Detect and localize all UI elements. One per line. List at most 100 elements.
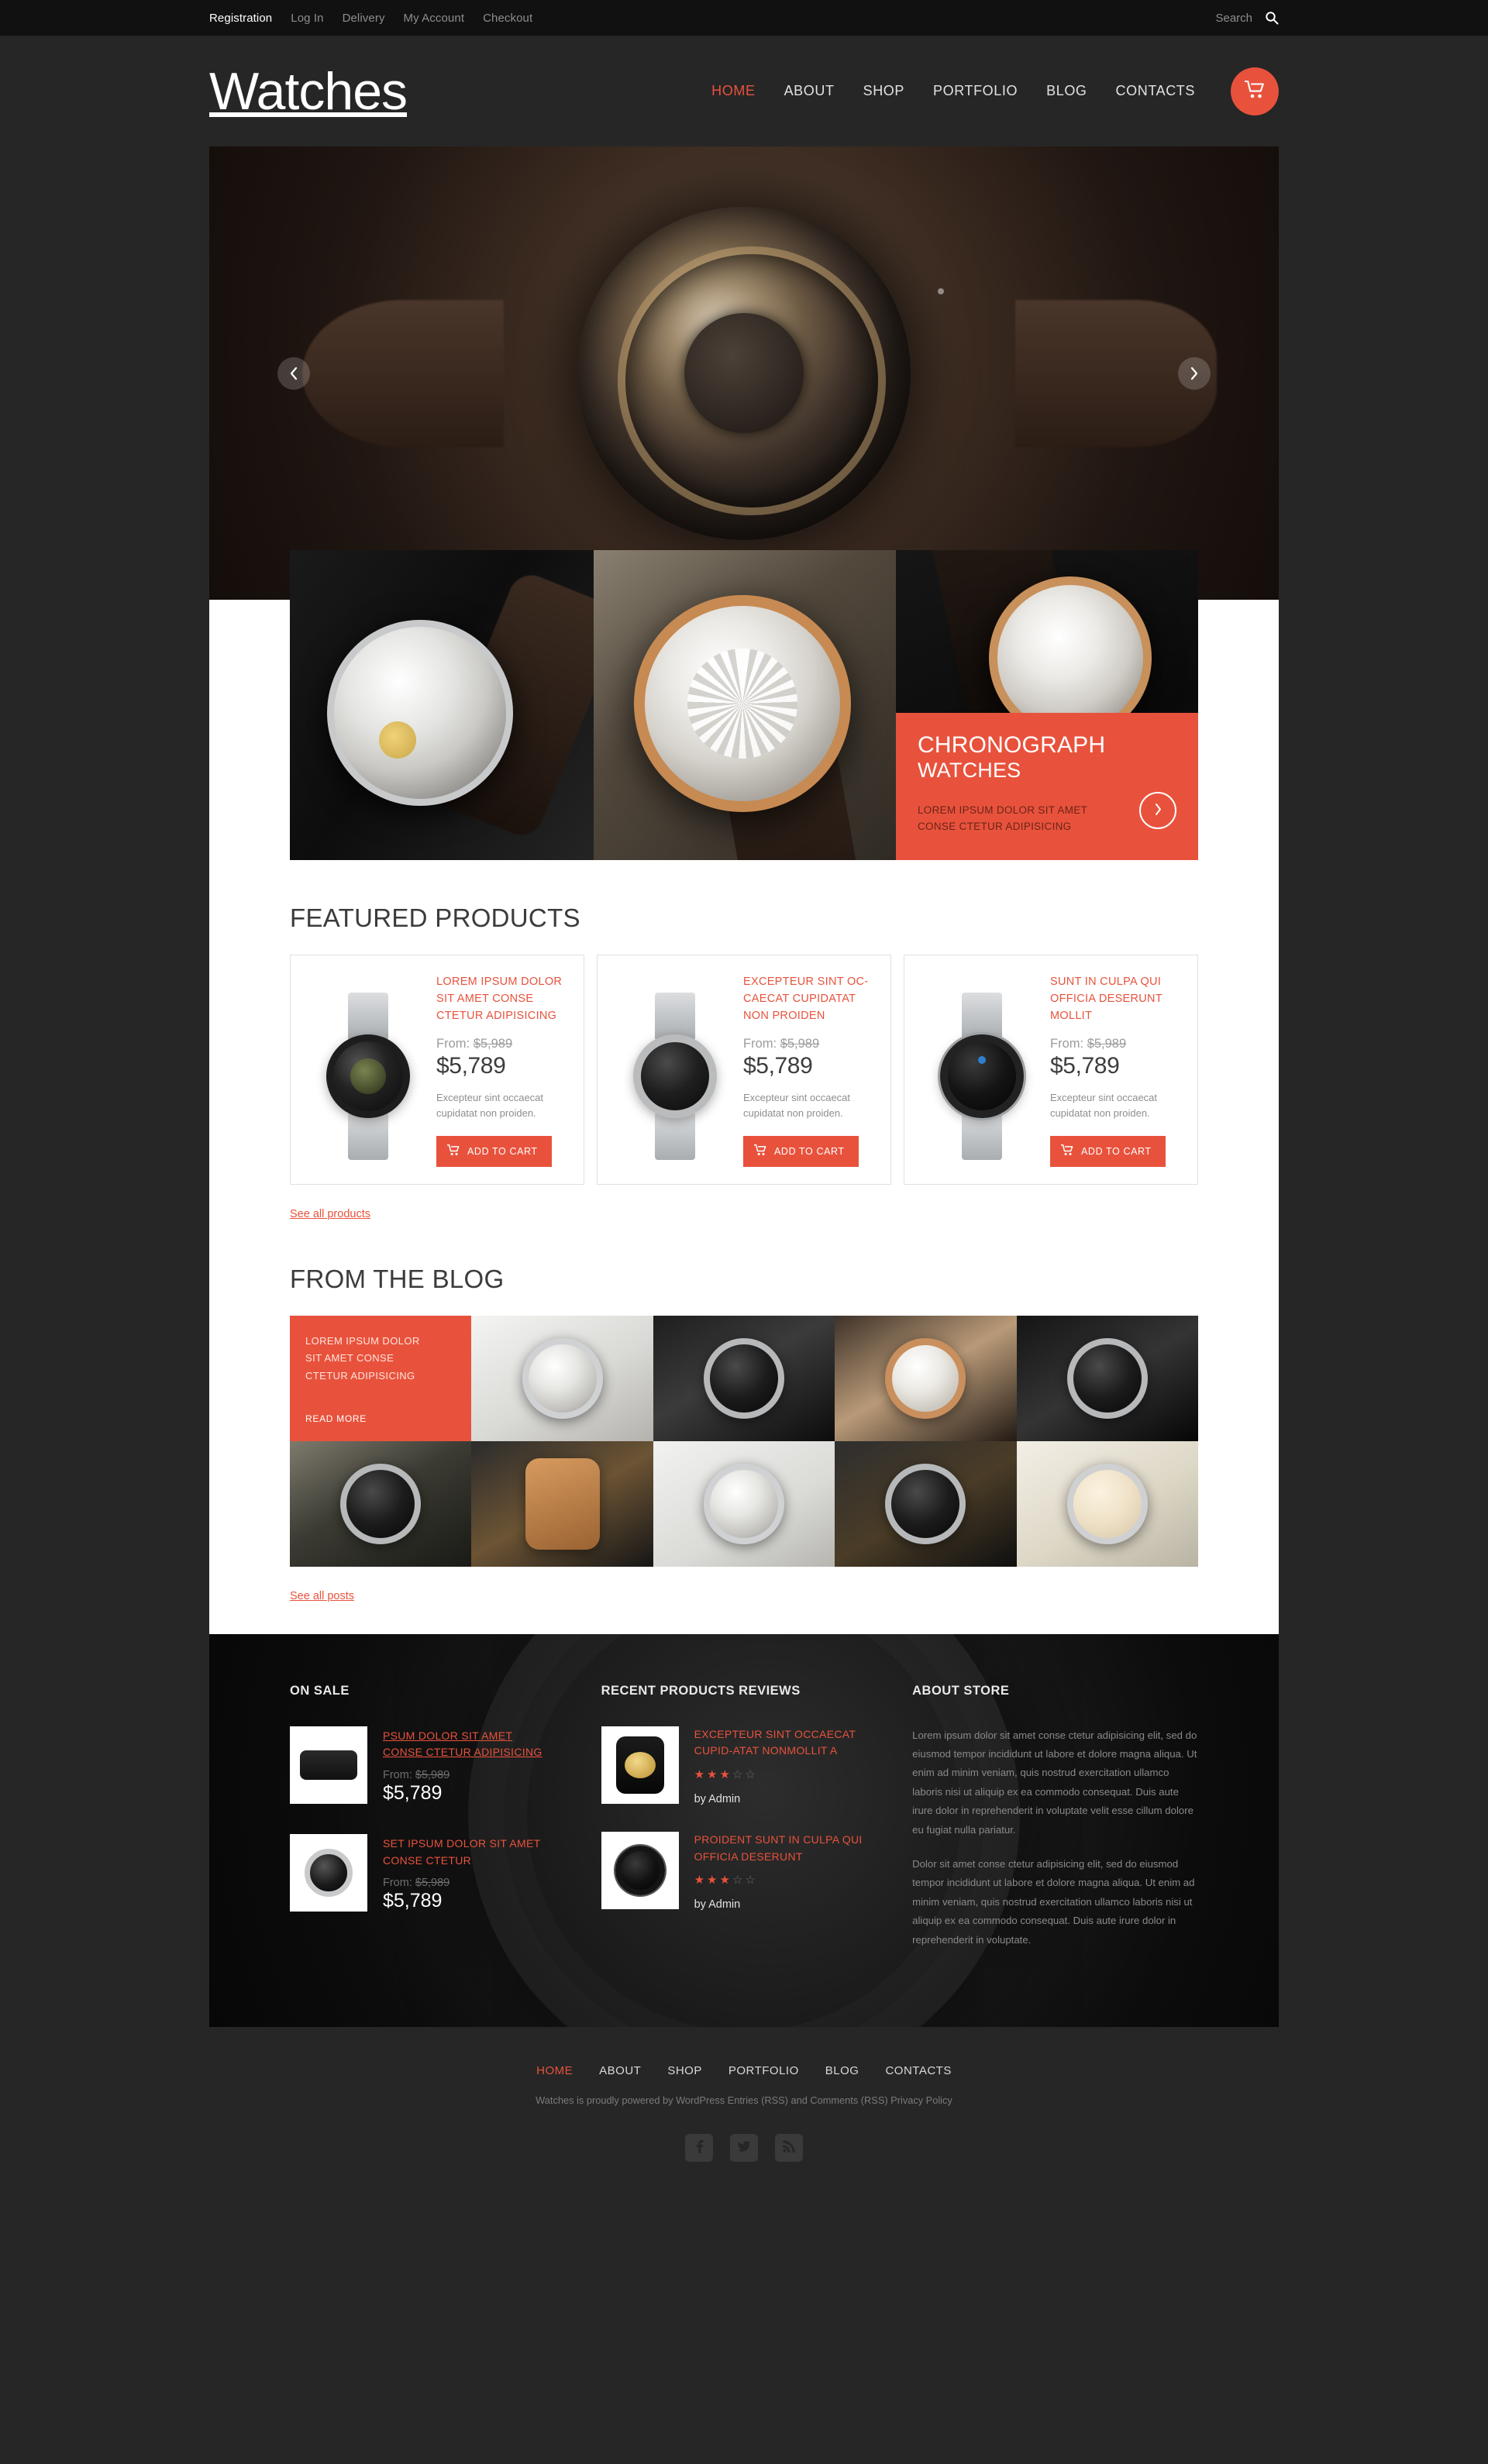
see-all-posts-link[interactable]: See all posts bbox=[290, 1590, 354, 1602]
blog-thumb[interactable] bbox=[471, 1315, 653, 1441]
product-card: LOREM IPSUM DOLOR SIT AMET CONSE CTETUR … bbox=[290, 955, 584, 1185]
nav-item-shop[interactable]: SHOP bbox=[863, 83, 904, 99]
promo-title-line2: WATCHES bbox=[918, 759, 1021, 783]
from-label: From: bbox=[383, 1768, 412, 1781]
sale-item-image[interactable] bbox=[290, 1833, 367, 1912]
shopping-cart-icon bbox=[1245, 80, 1265, 102]
product-image[interactable] bbox=[303, 974, 433, 1167]
product-old-price: From: $5,989 bbox=[743, 1037, 875, 1051]
topnav-item-checkout[interactable]: Checkout bbox=[483, 12, 532, 25]
promo-more-button[interactable] bbox=[1139, 792, 1176, 829]
nav-item-portfolio[interactable]: PORTFOLIO bbox=[933, 83, 1018, 99]
site-logo[interactable]: Watches bbox=[209, 65, 408, 118]
topnav-item-my-account[interactable]: My Account bbox=[404, 12, 465, 25]
rss-link[interactable] bbox=[775, 2134, 803, 2163]
watch-dial bbox=[703, 1463, 784, 1544]
product-price: $5,789 bbox=[743, 1053, 813, 1079]
footer-nav-item-portfolio[interactable]: PORTFOLIO bbox=[728, 2064, 799, 2077]
search-input[interactable] bbox=[1159, 11, 1252, 25]
product-price: $5,789 bbox=[436, 1053, 506, 1079]
footer-nav-item-blog[interactable]: BLOG bbox=[825, 2064, 859, 2077]
add-to-cart-button[interactable]: ADD TO CART bbox=[743, 1135, 859, 1167]
add-to-cart-label: ADD TO CART bbox=[1081, 1145, 1152, 1157]
nav-item-home[interactable]: HOME bbox=[711, 83, 755, 99]
slider-next-button[interactable] bbox=[1178, 356, 1211, 390]
blog-read-more-link[interactable]: READ MORE bbox=[305, 1413, 456, 1424]
facebook-link[interactable] bbox=[685, 2134, 713, 2163]
product-image[interactable] bbox=[610, 974, 740, 1167]
product-title-link[interactable]: SUNT IN CULPA QUI OFFICIA DESERUNT MOLLI… bbox=[1050, 974, 1182, 1024]
topnav-item-registration[interactable]: Registration bbox=[209, 12, 272, 25]
watch-band-bottom bbox=[655, 1112, 695, 1160]
footer-nav-item-about[interactable]: ABOUT bbox=[599, 2064, 641, 2077]
sale-item-old-price: From: $5,989 bbox=[383, 1877, 555, 1889]
watch-band-bottom bbox=[962, 1112, 1002, 1160]
topnav-item-login[interactable]: Log In bbox=[291, 12, 323, 25]
nav-item-contacts[interactable]: CONTACTS bbox=[1116, 83, 1195, 99]
product-description: Excepteur sint occaecat cupidatat non pr… bbox=[1050, 1092, 1158, 1120]
review-item-image[interactable] bbox=[601, 1726, 679, 1804]
review-item-image[interactable] bbox=[601, 1831, 679, 1909]
watch-dial bbox=[326, 1034, 410, 1118]
cart-button[interactable] bbox=[1231, 67, 1279, 115]
nav-item-blog[interactable]: BLOG bbox=[1046, 83, 1087, 99]
search-icon[interactable] bbox=[1265, 11, 1279, 25]
social-links bbox=[0, 2134, 1488, 2163]
blog-thumb[interactable] bbox=[1016, 1315, 1198, 1441]
rss-icon bbox=[782, 2139, 796, 2157]
twitter-icon bbox=[737, 2139, 751, 2157]
banner-tile-classic[interactable] bbox=[290, 550, 594, 860]
add-to-cart-button[interactable]: ADD TO CART bbox=[436, 1135, 552, 1167]
watch-dial bbox=[633, 1034, 717, 1118]
blog-thumb[interactable] bbox=[290, 1440, 472, 1567]
blog-thumb[interactable] bbox=[653, 1315, 835, 1441]
review-title-link[interactable]: PROIDENT SUNT IN CULPA QUI OFFICIA DESER… bbox=[694, 1832, 866, 1865]
blog-thumb[interactable] bbox=[835, 1440, 1017, 1567]
blog-feature-card[interactable]: LOREM IPSUM DOLOR SIT AMET CONSE CTETUR … bbox=[290, 1315, 472, 1441]
product-image[interactable] bbox=[917, 974, 1047, 1167]
widget-title: ABOUT STORE bbox=[912, 1683, 1010, 1698]
footer-nav-item-contacts[interactable]: CONTACTS bbox=[885, 2064, 951, 2077]
hero-watch-graphic bbox=[577, 206, 911, 540]
blog-feature-line3: CTETUR ADIPISICING bbox=[305, 1370, 415, 1382]
add-to-cart-button[interactable]: ADD TO CART bbox=[1050, 1135, 1166, 1167]
footer-nav-item-home[interactable]: HOME bbox=[536, 2064, 573, 2077]
product-title-link[interactable]: LOREM IPSUM DOLOR SIT AMET CONSE CTETUR … bbox=[436, 974, 568, 1024]
star-half: ★ bbox=[719, 1767, 732, 1781]
sale-item-old-price: From: $5,989 bbox=[383, 1769, 555, 1781]
product-title-link[interactable]: EXCEPTEUR SINT OC-CAECAT CUPIDATAT NON P… bbox=[743, 974, 875, 1024]
product-card: EXCEPTEUR SINT OC-CAECAT CUPIDATAT NON P… bbox=[597, 955, 891, 1185]
blog-thumb[interactable] bbox=[1016, 1440, 1198, 1567]
watch-band-top bbox=[348, 993, 388, 1041]
watch-dial bbox=[703, 1337, 784, 1419]
banner-tile-chronograph[interactable]: CHRONOGRAPH WATCHES LOREM IPSUM DOLOR SI… bbox=[896, 550, 1198, 860]
star-filled: ★ bbox=[694, 1874, 708, 1888]
nav-item-about[interactable]: ABOUT bbox=[784, 83, 835, 99]
promo-title: CHRONOGRAPH WATCHES bbox=[918, 732, 1176, 783]
review-title-link[interactable]: EXCEPTEUR SINT OCCAECAT CUPID-ATAT NONMO… bbox=[694, 1726, 866, 1760]
sale-item-price: $5,789 bbox=[383, 1781, 443, 1804]
footer-nav-item-shop[interactable]: SHOP bbox=[667, 2064, 702, 2077]
blog-feature-line1: LOREM IPSUM DOLOR bbox=[305, 1334, 420, 1347]
twitter-link[interactable] bbox=[730, 2134, 758, 2163]
blog-feature-line2: SIT AMET CONSE bbox=[305, 1352, 394, 1364]
sale-item-title-link[interactable]: PSUM DOLOR SIT AMET CONSE CTETUR ADIPISI… bbox=[383, 1728, 555, 1761]
product-description: Excepteur sint occaecat cupidatat non pr… bbox=[436, 1092, 544, 1120]
topnav-item-delivery[interactable]: Delivery bbox=[343, 12, 385, 25]
from-label: From: bbox=[1050, 1037, 1084, 1051]
star-filled: ★ bbox=[694, 1767, 708, 1781]
blog-thumb[interactable] bbox=[471, 1440, 653, 1567]
old-price-value: $5,989 bbox=[473, 1037, 513, 1051]
sale-item-image[interactable] bbox=[290, 1726, 367, 1804]
from-label: From: bbox=[436, 1037, 470, 1051]
banner-tile-gold[interactable] bbox=[594, 550, 896, 860]
slider-prev-button[interactable] bbox=[277, 356, 310, 390]
see-all-products-link[interactable]: See all products bbox=[290, 1208, 370, 1220]
sale-item-title-link[interactable]: SET IPSUM DOLOR SIT AMET CONSE CTETUR bbox=[383, 1836, 555, 1869]
star-empty: ☆ bbox=[732, 1874, 746, 1888]
blog-thumb[interactable] bbox=[835, 1315, 1017, 1441]
product-card: SUNT IN CULPA QUI OFFICIA DESERUNT MOLLI… bbox=[904, 955, 1198, 1185]
old-price-value: $5,989 bbox=[1087, 1037, 1127, 1051]
old-price-value: $5,989 bbox=[415, 1768, 450, 1781]
blog-thumb[interactable] bbox=[653, 1440, 835, 1567]
